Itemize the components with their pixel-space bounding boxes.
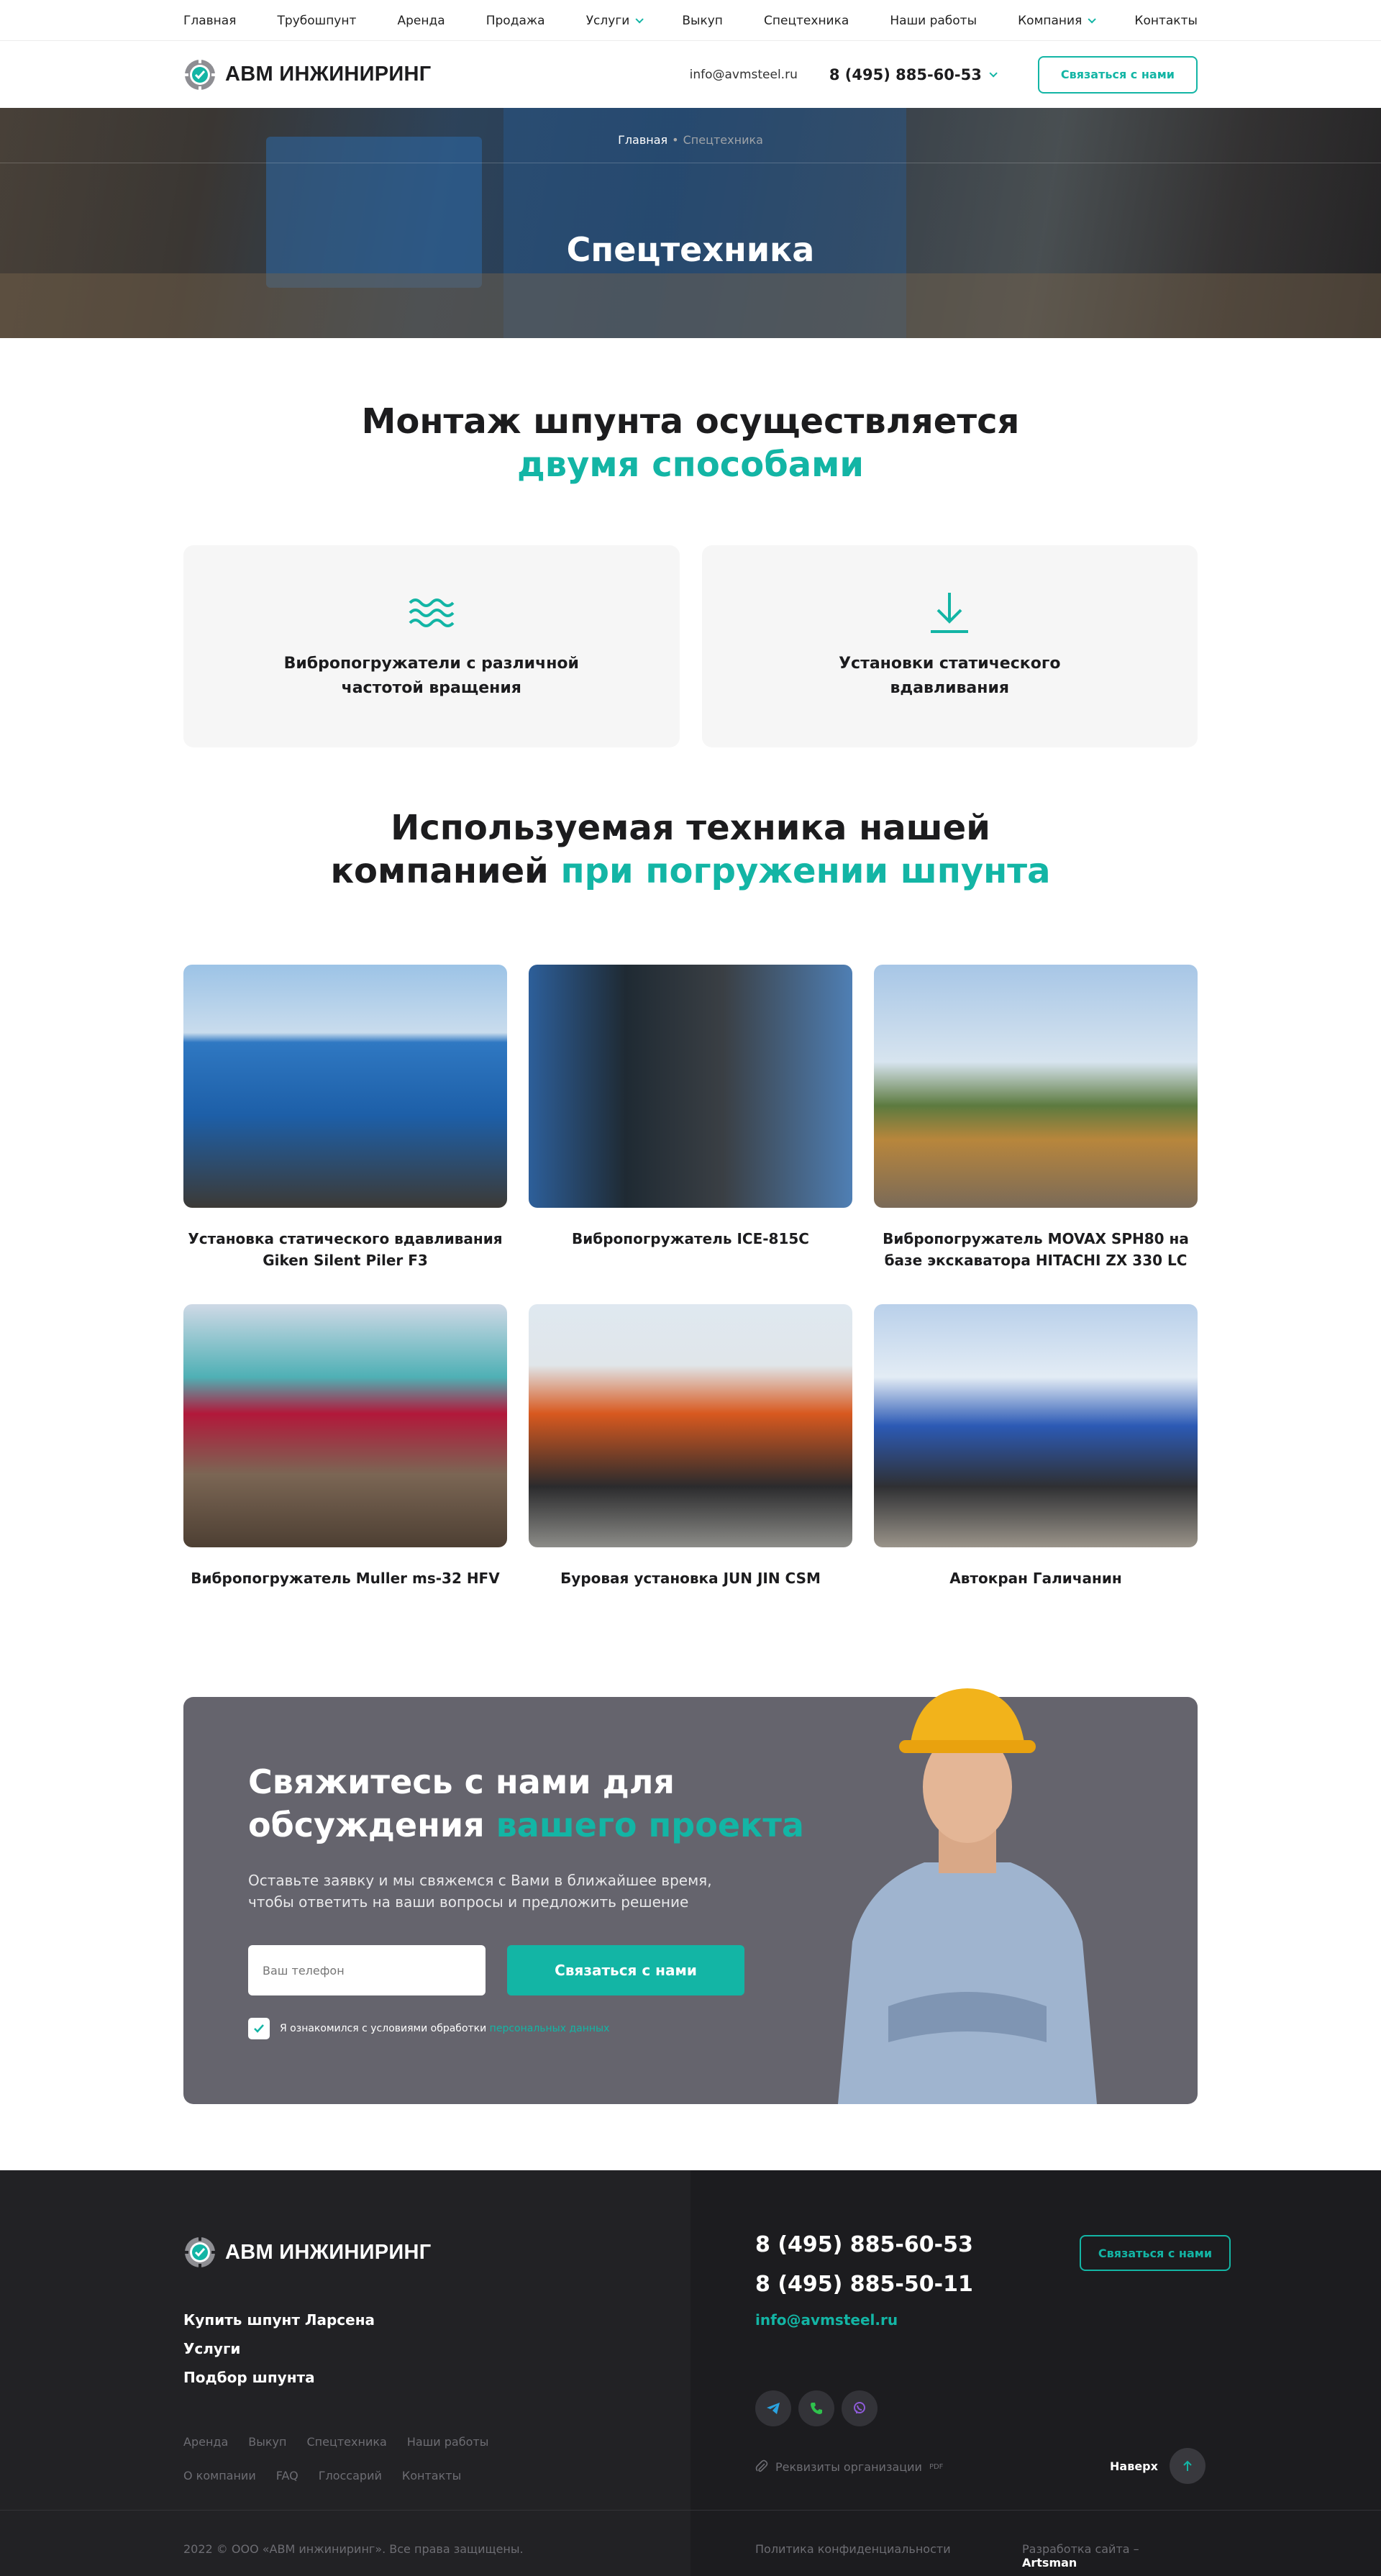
chevron-down-icon bbox=[635, 14, 644, 24]
equipment-section: Используемая техника нашей компанией при… bbox=[183, 747, 1198, 1589]
logo-gear-icon bbox=[184, 58, 216, 91]
equipment-card[interactable]: Автокран Галичанин bbox=[874, 1304, 1198, 1589]
methods-section: Монтаж шпунта осуществляется двумя спосо… bbox=[183, 338, 1198, 747]
contact-description: Оставьте заявку и мы свяжемся с Вами в б… bbox=[248, 1872, 712, 1911]
consent-link[interactable]: персональных данных bbox=[490, 2023, 610, 2034]
chevron-down-icon bbox=[989, 68, 998, 78]
contact-us-button[interactable]: Связаться с нами bbox=[1037, 55, 1198, 94]
download-arrow-icon bbox=[931, 593, 969, 633]
method-card: Установки статического вдавливания bbox=[701, 545, 1198, 747]
page-title: Спецтехника bbox=[566, 230, 815, 269]
equipment-card[interactable]: Вибропогружатель MOVAX SPH80 на базе экс… bbox=[874, 965, 1198, 1271]
footer: АВМ ИНЖИНИРИНГ Купить шпунт Ларсена Услу… bbox=[0, 2170, 1381, 2576]
methods-heading: Монтаж шпунта осуществляется двумя спосо… bbox=[361, 401, 1020, 485]
nav-sale[interactable]: Продажа bbox=[486, 14, 545, 28]
consent-checkbox[interactable] bbox=[248, 2018, 270, 2039]
method-label: Вибропогружатели с различной частотой вр… bbox=[283, 655, 579, 697]
waves-icon bbox=[409, 599, 455, 627]
nav-special-equipment[interactable]: Спецтехника bbox=[764, 14, 849, 28]
check-icon bbox=[254, 2024, 264, 2033]
equipment-photo bbox=[529, 965, 852, 1208]
equipment-photo bbox=[529, 1304, 852, 1547]
header-phone[interactable]: 8 (495) 885-60-53 bbox=[829, 66, 998, 83]
header: АВМ ИНЖИНИРИНГ info@avmsteel.ru 8 (495) … bbox=[0, 41, 1381, 108]
breadcrumb: Главная • Спецтехника bbox=[618, 133, 763, 147]
equipment-card[interactable]: Вибропогружатель Muller ms-32 HFV bbox=[183, 1304, 507, 1589]
equipment-card[interactable]: Буровая установка JUN JIN CSM bbox=[529, 1304, 852, 1589]
hero-banner: Главная • Спецтехника Спецтехника bbox=[0, 108, 1381, 338]
phone-input[interactable] bbox=[248, 1945, 486, 1995]
contact-section: Свяжитесь с нами для обсуждения вашего п… bbox=[183, 1688, 1198, 2104]
equipment-heading: Используемая техника нашей компанией при… bbox=[330, 808, 1051, 891]
breadcrumb-current: Спецтехника bbox=[683, 133, 763, 147]
nav-our-works[interactable]: Наши работы bbox=[890, 14, 977, 28]
equipment-card[interactable]: Установка статического вдавливания Giken… bbox=[183, 965, 507, 1271]
worker-photo bbox=[838, 1688, 1097, 2104]
nav-rent[interactable]: Аренда bbox=[397, 14, 445, 28]
contact-heading: Свяжитесь с нами для обсуждения вашего п… bbox=[248, 1762, 804, 1844]
consent: Я ознакомился с условиями обработки перс… bbox=[248, 2018, 609, 2039]
chevron-down-icon bbox=[1088, 14, 1097, 24]
header-email[interactable]: info@avmsteel.ru bbox=[690, 68, 798, 82]
nav-home[interactable]: Главная bbox=[183, 14, 236, 28]
breadcrumb-home[interactable]: Главная bbox=[618, 133, 667, 147]
nav-buyout[interactable]: Выкуп bbox=[682, 14, 723, 28]
logo[interactable]: АВМ ИНЖИНИРИНГ bbox=[183, 58, 432, 91]
nav-services[interactable]: Услуги bbox=[586, 14, 644, 28]
equipment-photo bbox=[874, 1304, 1198, 1547]
top-nav: Главная Трубошпунт Аренда Продажа Услуги… bbox=[0, 0, 1381, 41]
equipment-photo bbox=[874, 965, 1198, 1208]
contact-card: Свяжитесь с нами для обсуждения вашего п… bbox=[183, 1688, 1198, 2104]
nav-company[interactable]: Компания bbox=[1018, 14, 1097, 28]
nav-contacts[interactable]: Контакты bbox=[1134, 14, 1198, 28]
equipment-card[interactable]: Вибропогружатель ICE-815C bbox=[529, 965, 852, 1271]
submit-button[interactable]: Связаться с нами bbox=[507, 1945, 744, 1995]
logo-text: АВМ ИНЖИНИРИНГ bbox=[225, 63, 432, 86]
equipment-photo bbox=[183, 1304, 507, 1547]
method-label: Установки статического вдавливания bbox=[839, 655, 1061, 697]
developer-credit[interactable]: Разработка сайта – Artsman bbox=[1022, 2542, 1198, 2570]
nav-truboshpunt[interactable]: Трубошпунт bbox=[278, 14, 357, 28]
method-card: Вибропогружатели с различной частотой вр… bbox=[183, 545, 680, 747]
equipment-photo bbox=[183, 965, 507, 1208]
